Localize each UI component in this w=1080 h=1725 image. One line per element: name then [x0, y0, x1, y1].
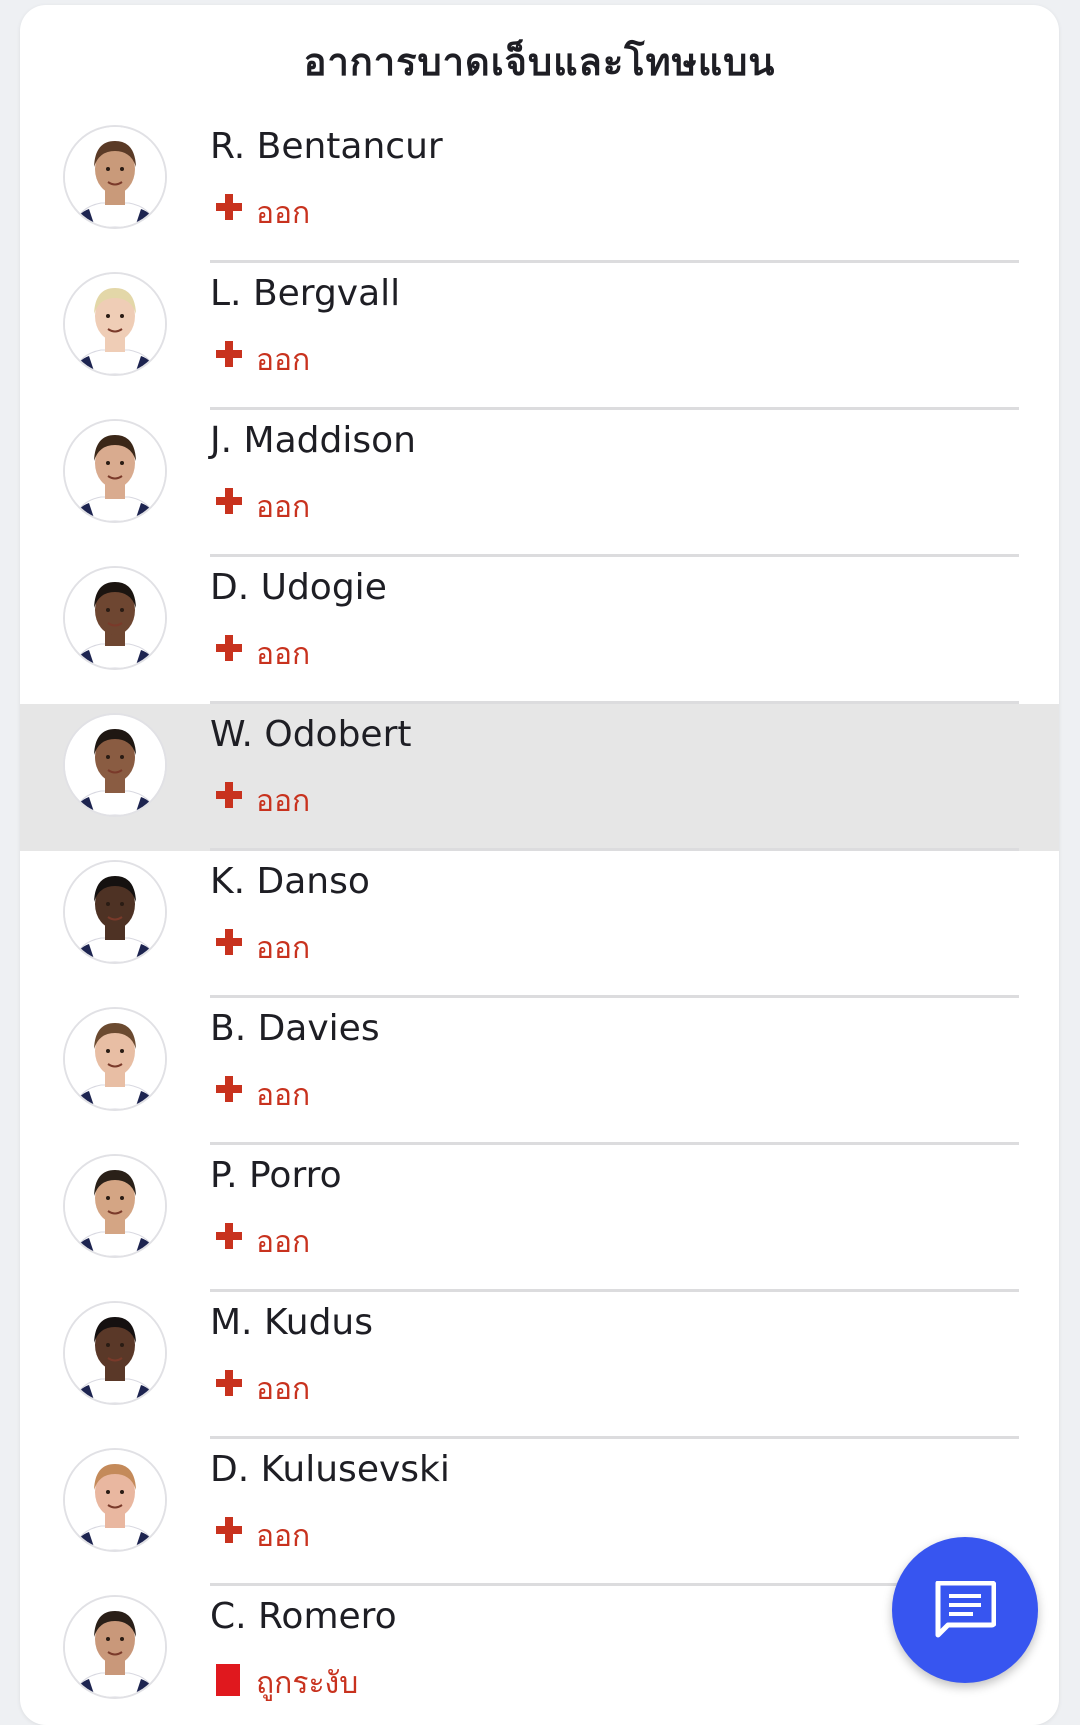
- player-row-d-kulusevski[interactable]: D. Kulusevski ออก: [20, 1439, 1059, 1586]
- player-row-d-udogie[interactable]: D. Udogie ออก: [20, 557, 1059, 704]
- status-label: ออก: [256, 784, 311, 819]
- player-list: R. Bentancur ออก L. Bergvall ออก J. Maddison…: [20, 116, 1059, 1725]
- player-row-m-kudus[interactable]: M. Kudus ออก: [20, 1292, 1059, 1439]
- status-label: ออก: [256, 343, 311, 378]
- section-title: อาการบาดเจ็บและโทษแบน: [303, 40, 776, 84]
- player-name: M. Kudus: [210, 1302, 374, 1343]
- red-card-icon: [216, 1664, 240, 1700]
- player-avatar: [63, 566, 167, 670]
- injury-cross-icon: [216, 341, 242, 371]
- player-avatar: [63, 272, 167, 376]
- player-name: B. Davies: [210, 1008, 380, 1049]
- injury-cross-icon: [216, 1370, 242, 1400]
- player-name: D. Kulusevski: [210, 1449, 450, 1490]
- chat-icon: [935, 1581, 996, 1638]
- player-name: W. Odobert: [210, 714, 412, 755]
- status-label: ออก: [256, 1078, 311, 1113]
- player-name: J. Maddison: [210, 420, 416, 461]
- status-label: ออก: [256, 1519, 311, 1554]
- player-row-b-davies[interactable]: B. Davies ออก: [20, 998, 1059, 1145]
- injury-cross-icon: [216, 1076, 242, 1106]
- player-avatar: [63, 1154, 167, 1258]
- player-name: R. Bentancur: [210, 126, 443, 167]
- status-label: ถูกระงับ: [256, 1666, 359, 1701]
- player-name: C. Romero: [210, 1596, 397, 1637]
- player-avatar: [63, 713, 167, 817]
- player-avatar: [63, 860, 167, 964]
- injuries-suspensions-card: อาการบาดเจ็บและโทษแบน R. Bentancur ออก L. …: [20, 5, 1059, 1725]
- player-name: D. Udogie: [210, 567, 387, 608]
- status-label: ออก: [256, 490, 311, 525]
- injury-cross-icon: [216, 929, 242, 959]
- status-label: ออก: [256, 196, 311, 231]
- player-avatar: [63, 419, 167, 523]
- injury-cross-icon: [216, 782, 242, 812]
- injury-cross-icon: [216, 488, 242, 518]
- player-avatar: [63, 1595, 167, 1699]
- injury-cross-icon: [216, 1517, 242, 1547]
- player-row-r-bentancur[interactable]: R. Bentancur ออก: [20, 116, 1059, 263]
- player-avatar: [63, 1301, 167, 1405]
- player-avatar: [63, 1007, 167, 1111]
- player-avatar: [63, 1448, 167, 1552]
- player-row-j-maddison[interactable]: J. Maddison ออก: [20, 410, 1059, 557]
- player-name: K. Danso: [210, 861, 370, 902]
- status-label: ออก: [256, 637, 311, 672]
- injury-cross-icon: [216, 1223, 242, 1253]
- player-row-l-bergvall[interactable]: L. Bergvall ออก: [20, 263, 1059, 410]
- player-avatar: [63, 125, 167, 229]
- status-label: ออก: [256, 1372, 311, 1407]
- player-name: P. Porro: [210, 1155, 342, 1196]
- player-row-w-odobert[interactable]: W. Odobert ออก: [20, 704, 1059, 851]
- player-row-p-porro[interactable]: P. Porro ออก: [20, 1145, 1059, 1292]
- injury-cross-icon: [216, 635, 242, 665]
- player-name: L. Bergvall: [210, 273, 401, 314]
- status-label: ออก: [256, 931, 311, 966]
- injury-cross-icon: [216, 194, 242, 224]
- status-label: ออก: [256, 1225, 311, 1260]
- player-row-k-danso[interactable]: K. Danso ออก: [20, 851, 1059, 998]
- chat-button[interactable]: [892, 1537, 1038, 1683]
